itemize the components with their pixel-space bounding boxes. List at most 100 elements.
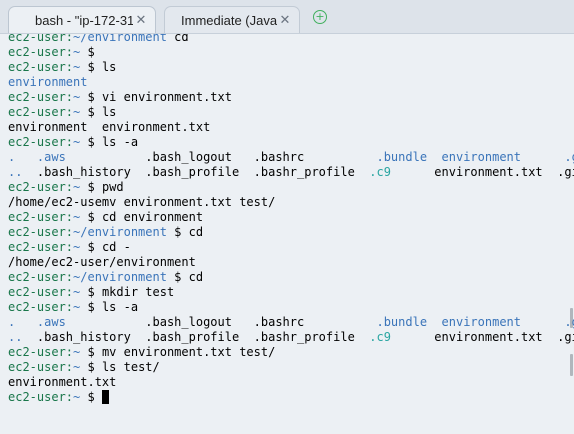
- close-icon[interactable]: ✕: [277, 12, 293, 28]
- command-text: $ mv environment.txt test/: [80, 345, 276, 359]
- ls-entry: .c9: [369, 165, 435, 179]
- prompt-user: ec2-user:: [8, 90, 74, 104]
- ls-entry: environment: [441, 315, 565, 329]
- ls-entry: .c9: [369, 330, 435, 344]
- ls-entry: .bash_logout: [145, 150, 254, 164]
- ls-entry: .bashrc: [253, 315, 377, 329]
- command-text: $ pwd: [80, 180, 124, 194]
- terminal-line: ec2-user:~ $ mkdir test: [8, 285, 174, 300]
- ls-entry: .aws: [36, 150, 146, 164]
- ls-entry: .bashrc: [253, 150, 377, 164]
- command-text: $ cd: [166, 225, 204, 239]
- command-text: $ ls: [80, 60, 117, 74]
- prompt-user: ec2-user:: [8, 300, 74, 314]
- output-text: environment: [8, 75, 88, 89]
- prompt-user: ec2-user:: [8, 105, 74, 119]
- prompt-user: ec2-user:: [8, 360, 74, 374]
- terminal-line: ec2-user:~ $ ls test/: [8, 360, 160, 375]
- prompt-user: ec2-user:: [8, 225, 74, 239]
- ls-entry: .gi: [557, 330, 574, 344]
- terminal-line: .. .bash_history .bash_profile .bashr_pr…: [8, 330, 574, 345]
- terminal-line: environment: [8, 75, 87, 90]
- command-text: $ cd -: [80, 240, 131, 254]
- ls-entry: .bash_history: [36, 165, 146, 179]
- terminal-line: ec2-user:~ $: [8, 45, 95, 60]
- command-text: $: [80, 45, 95, 59]
- prompt-user: ec2-user:: [8, 285, 74, 299]
- output-text: environment environment.txt: [8, 120, 211, 134]
- ls-entry: .bash_profile: [145, 165, 254, 179]
- terminal-line: /home/ec2-user/environment: [8, 255, 196, 270]
- prompt-dir: ~/environment: [73, 270, 167, 284]
- ls-entry: .gi: [564, 150, 574, 164]
- prompt-user: ec2-user:: [8, 135, 74, 149]
- terminal-line: ec2-user:~ $ ls: [8, 105, 116, 120]
- terminal-line: ec2-user:~ $ cd environment: [8, 210, 203, 225]
- output-text: /home/ec2-usemv environment.txt test/: [8, 195, 276, 209]
- plus-circle-icon[interactable]: +: [313, 10, 327, 24]
- ls-entry: ..: [8, 330, 37, 344]
- prompt-user: ec2-user:: [8, 345, 74, 359]
- command-text: $ ls: [80, 105, 117, 119]
- ls-entry: .aws: [36, 315, 146, 329]
- prompt-user: ec2-user:: [8, 210, 74, 224]
- terminal-line: ec2-user:~ $ mv environment.txt test/: [8, 345, 275, 360]
- terminal-line: environment.txt: [8, 375, 116, 390]
- terminal-line: ec2-user:~ $ pwd: [8, 180, 124, 195]
- ls-entry: .bash_profile: [145, 330, 254, 344]
- prompt-dir: ~/environment: [73, 34, 167, 44]
- ls-entry: .bashr_profile: [253, 330, 370, 344]
- text-cursor: [101, 390, 109, 404]
- tab-bar: bash - "ip-172-31 ✕ Immediate (Javas ✕ +: [0, 0, 574, 34]
- terminal-line: environment environment.txt: [8, 120, 210, 135]
- ls-entry: .bundle: [376, 150, 442, 164]
- prompt-user: ec2-user:: [8, 270, 74, 284]
- terminal-line: ec2-user:~ $ ls -a: [8, 135, 138, 150]
- prompt-user: ec2-user:: [8, 45, 74, 59]
- prompt-user: ec2-user:: [8, 60, 74, 74]
- ls-entry: .: [8, 150, 37, 164]
- ls-entry: .: [8, 315, 37, 329]
- terminal-line: ec2-user:~ $ ls: [8, 60, 116, 75]
- terminal-line: ec2-user:~/environment cd: [8, 34, 189, 45]
- terminal-line: . .aws .bash_logout .bashrc .bundle envi…: [8, 315, 574, 330]
- prompt-dir: ~/environment: [73, 225, 167, 239]
- command-text: $ cd environment: [80, 210, 204, 224]
- tab-bash[interactable]: bash - "ip-172-31 ✕: [8, 6, 156, 33]
- ls-entry: .bashr_profile: [253, 165, 370, 179]
- command-text: cd: [166, 34, 189, 44]
- tab-label: Immediate (Javas: [181, 12, 277, 28]
- ls-entry: .gi: [557, 165, 574, 179]
- ls-entry: ..: [8, 165, 37, 179]
- terminal-line: ec2-user:~ $ cd -: [8, 240, 131, 255]
- prompt-user: ec2-user:: [8, 240, 74, 254]
- command-text: $ ls test/: [80, 360, 160, 374]
- command-text: $: [80, 390, 102, 404]
- terminal-output[interactable]: ec2-user:~/environment cd ec2-user:~ $ ec2…: [0, 34, 574, 434]
- ls-entry: .bash_history: [36, 330, 146, 344]
- command-text: $ vi environment.txt: [80, 90, 232, 104]
- terminal-line: .. .bash_history .bash_profile .bashr_pr…: [8, 165, 574, 180]
- ls-entry: environment: [441, 150, 565, 164]
- command-text: $ ls -a: [80, 300, 139, 314]
- terminal-line: ec2-user:~/environment $ cd: [8, 225, 203, 240]
- ls-entry: .bundle: [376, 315, 442, 329]
- command-text: $ cd: [166, 270, 204, 284]
- ls-entry: environment.txt: [434, 330, 558, 344]
- prompt-user: ec2-user:: [8, 180, 74, 194]
- ls-entry: .bash_logout: [145, 315, 254, 329]
- terminal-line: ec2-user:~ $: [8, 390, 109, 405]
- terminal-line: ec2-user:~ $ ls -a: [8, 300, 138, 315]
- ls-entry: environment.txt: [434, 165, 558, 179]
- command-text: $ mkdir test: [80, 285, 175, 299]
- output-text: environment.txt: [8, 375, 117, 389]
- close-icon[interactable]: ✕: [133, 12, 149, 28]
- tab-immediate[interactable]: Immediate (Javas ✕: [164, 6, 300, 33]
- terminal-line: . .aws .bash_logout .bashrc .bundle envi…: [8, 150, 574, 165]
- terminal-line: ec2-user:~ $ vi environment.txt: [8, 90, 232, 105]
- terminal-line: ec2-user:~/environment $ cd: [8, 270, 203, 285]
- command-text: $ ls -a: [80, 135, 139, 149]
- terminal-line: /home/ec2-usemv environment.txt test/: [8, 195, 275, 210]
- scrollbar-marker: [570, 354, 573, 376]
- tab-label: bash - "ip-172-31: [35, 12, 133, 28]
